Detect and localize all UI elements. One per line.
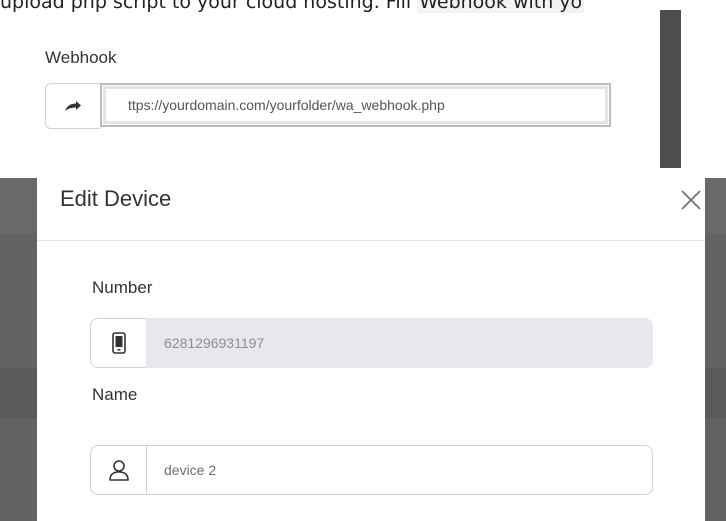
document-highlighted-text: Webhook with yo — [417, 0, 585, 13]
phone-icon — [111, 332, 126, 354]
edit-device-modal: Edit Device Number 6281296931197 Name de… — [37, 168, 705, 521]
name-input-group: device 2 — [90, 445, 653, 495]
number-label: Number — [92, 278, 153, 297]
number-addon — [90, 318, 146, 368]
modal-title: Edit Device — [60, 186, 172, 211]
webhook-input[interactable]: ttps://yourdomain.com/yourfolder/wa_webh… — [100, 83, 611, 127]
backdrop-overlay-right — [705, 178, 726, 521]
close-button[interactable] — [677, 186, 705, 214]
name-field[interactable]: device 2 — [146, 445, 653, 495]
close-icon — [681, 190, 701, 210]
name-addon — [90, 445, 146, 495]
number-field[interactable]: 6281296931197 — [146, 318, 653, 368]
name-label: Name — [92, 385, 138, 404]
document-instruction-line: upload php script to your cloud hosting.… — [0, 0, 726, 13]
backdrop-overlay-left — [0, 178, 37, 521]
modal-header: Edit Device — [37, 168, 705, 241]
document-text: upload php script to your cloud hosting.… — [0, 0, 418, 13]
user-icon — [108, 460, 129, 481]
webhook-label: Webhook — [45, 48, 117, 67]
number-input-group: 6281296931197 — [90, 318, 653, 368]
webhook-input-group: ttps://yourdomain.com/yourfolder/wa_webh… — [45, 83, 611, 129]
backdrop-overlay-top — [660, 10, 681, 178]
share-arrow-icon — [65, 101, 81, 111]
webhook-addon — [45, 83, 100, 129]
